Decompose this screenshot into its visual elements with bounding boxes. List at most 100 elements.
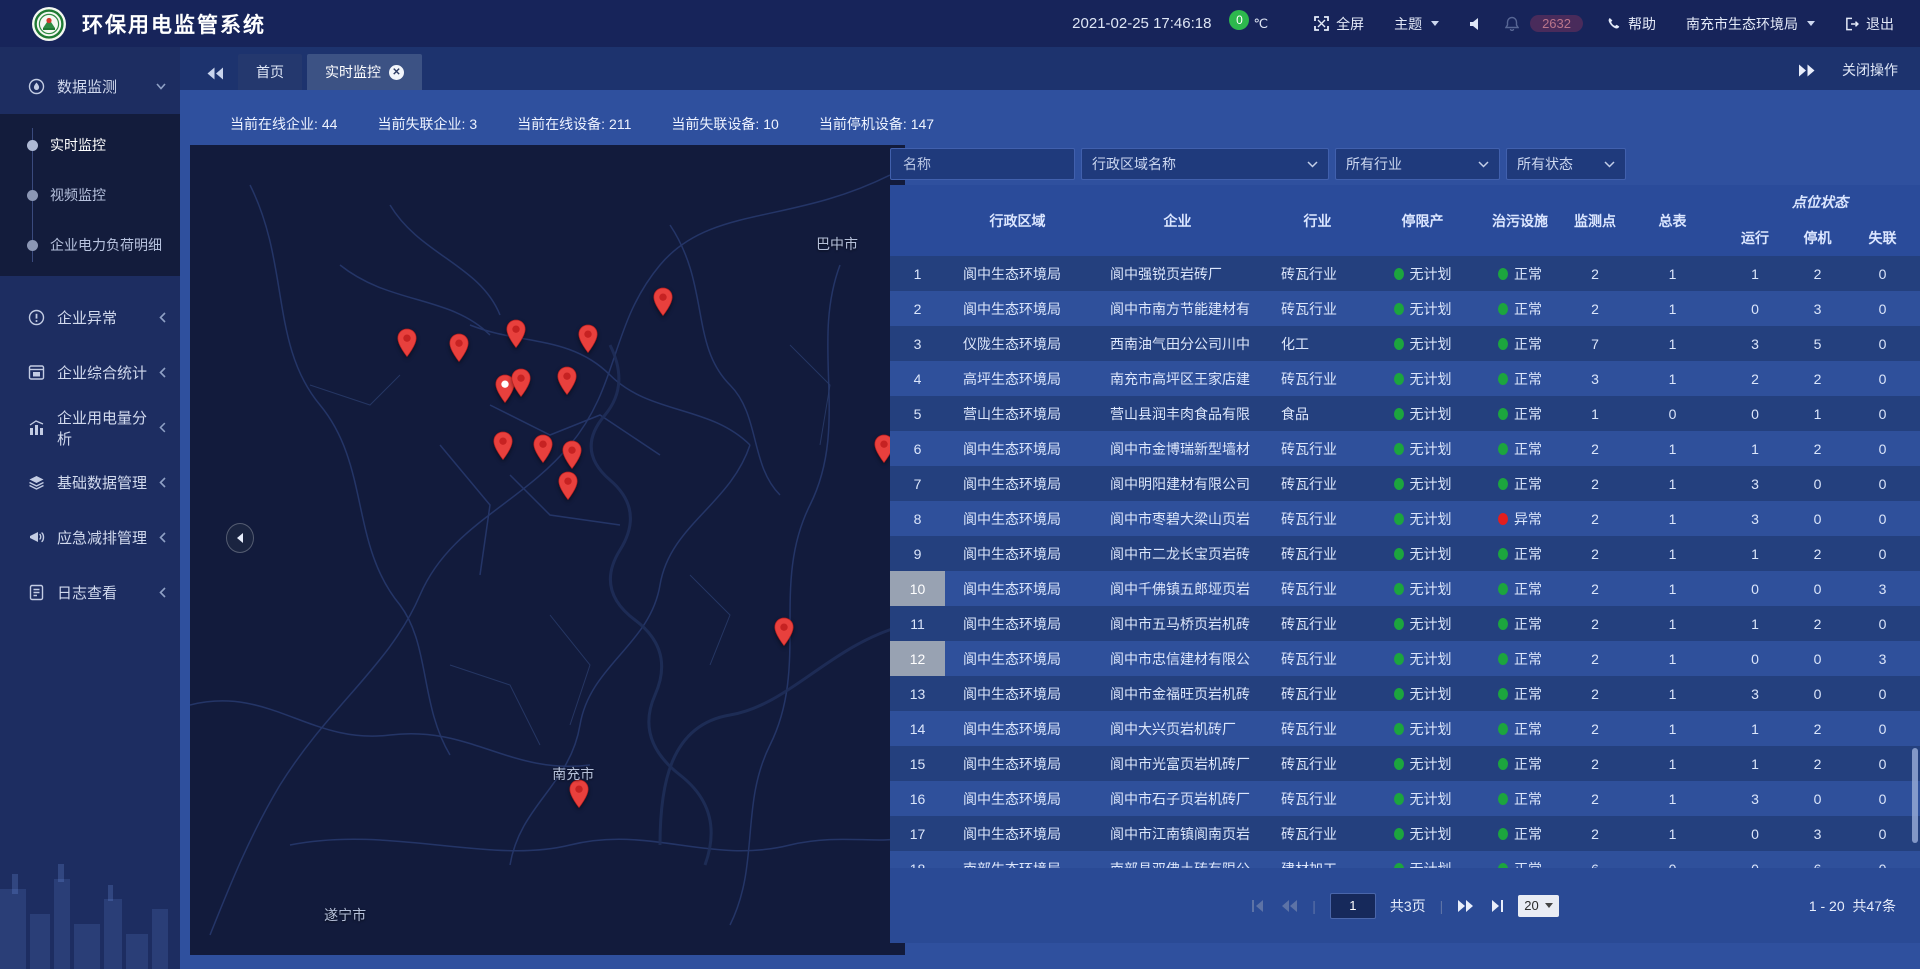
table-row[interactable]: 10 阆中生态环境局 阆中千佛镇五郎垭页岩 砖瓦行业 无计划 正常 2 1 0 … bbox=[890, 571, 1920, 606]
map-pin-icon[interactable] bbox=[511, 368, 532, 398]
alert-circle-icon bbox=[28, 309, 45, 326]
row-total-count: 1 bbox=[1625, 326, 1720, 361]
monitor-icon bbox=[28, 78, 45, 95]
org-menu[interactable]: 南充市生态环境局 bbox=[1686, 14, 1815, 34]
row-lost-count: 0 bbox=[1845, 256, 1920, 291]
table-row[interactable]: 17 阆中生态环境局 阆中市江南镇阆南页岩 砖瓦行业 无计划 正常 2 1 0 … bbox=[890, 816, 1920, 851]
table-row[interactable]: 1 阆中生态环境局 阆中强锐页岩砖厂 砖瓦行业 无计划 正常 2 1 1 2 0 bbox=[890, 256, 1920, 291]
map-pin-icon[interactable] bbox=[774, 617, 795, 647]
map-pin-icon[interactable] bbox=[506, 319, 527, 349]
status-filter-select[interactable]: 所有状态 bbox=[1506, 148, 1626, 180]
tabs-scroll-left-icon[interactable] bbox=[206, 67, 224, 80]
row-index: 17 bbox=[890, 816, 945, 851]
logout-button[interactable]: 退出 bbox=[1845, 14, 1894, 34]
table-row[interactable]: 5 营山生态环境局 营山县润丰肉食品有限 食品 无计划 正常 1 0 0 1 0 bbox=[890, 396, 1920, 431]
map-pin-icon[interactable] bbox=[556, 366, 577, 396]
row-stop-count: 2 bbox=[1790, 711, 1845, 746]
industry-filter-select[interactable]: 所有行业 bbox=[1335, 148, 1500, 180]
row-total-count: 1 bbox=[1625, 466, 1720, 501]
sidebar-item-enterprise-stats[interactable]: 企业综合统计 bbox=[0, 345, 180, 400]
status-dot-icon bbox=[1498, 443, 1508, 455]
map-collapse-button[interactable] bbox=[226, 523, 254, 553]
fullscreen-button[interactable]: 全屏 bbox=[1314, 14, 1364, 34]
total-pages-label: 共3页 bbox=[1390, 896, 1426, 916]
stat-online-companies: 当前在线企业:44 bbox=[230, 114, 337, 134]
sidebar-item-power-analysis[interactable]: 企业用电量分析 bbox=[0, 400, 180, 455]
row-index: 11 bbox=[890, 606, 945, 641]
next-page-button[interactable] bbox=[1457, 900, 1474, 912]
tab-close-icon[interactable]: ✕ bbox=[389, 65, 404, 80]
column-header-industry: 行业 bbox=[1265, 185, 1370, 256]
row-run-count: 3 bbox=[1720, 326, 1790, 361]
sidebar-item-realtime-monitor[interactable]: 实时监控 bbox=[0, 120, 180, 170]
page-size-select[interactable]: 20 bbox=[1518, 895, 1558, 917]
help-button[interactable]: 帮助 bbox=[1607, 14, 1656, 34]
table-row[interactable]: 4 高坪生态环境局 南充市高坪区王家店建 砖瓦行业 无计划 正常 3 1 2 2… bbox=[890, 361, 1920, 396]
table-row[interactable]: 8 阆中生态环境局 阆中市枣碧大梁山页岩 砖瓦行业 无计划 异常 2 1 3 0… bbox=[890, 501, 1920, 536]
name-filter-input-box[interactable] bbox=[890, 148, 1075, 180]
name-filter-input[interactable] bbox=[901, 155, 1064, 173]
row-production-status: 无计划 bbox=[1370, 431, 1475, 466]
row-index: 15 bbox=[890, 746, 945, 781]
tabs-scroll-right-icon[interactable] bbox=[1798, 64, 1816, 77]
map-pin-icon[interactable] bbox=[448, 333, 469, 363]
map-pin-icon[interactable] bbox=[558, 471, 579, 501]
column-header-stop: 停机 bbox=[1790, 219, 1845, 256]
sidebar-item-base-data[interactable]: 基础数据管理 bbox=[0, 455, 180, 510]
row-total-count: 1 bbox=[1625, 746, 1720, 781]
row-production-status: 无计划 bbox=[1370, 606, 1475, 641]
monitor-panel: 行政区域名称 所有行业 所有状态 行政区域 企业 行业 停限产 治污设施 bbox=[890, 148, 1920, 943]
page-number-input[interactable] bbox=[1330, 893, 1376, 919]
notifications[interactable]: 2632 bbox=[1505, 15, 1583, 32]
table-row[interactable]: 11 阆中生态环境局 阆中市五马桥页岩机砖 砖瓦行业 无计划 正常 2 1 1 … bbox=[890, 606, 1920, 641]
map-pin-icon[interactable] bbox=[533, 434, 554, 464]
region-filter-select[interactable]: 行政区域名称 bbox=[1081, 148, 1329, 180]
sidebar-item-video-monitor[interactable]: 视频监控 bbox=[0, 170, 180, 220]
row-company: 阆中市忠信建材有限公 bbox=[1090, 641, 1265, 676]
sidebar-item-log-view[interactable]: 日志查看 bbox=[0, 565, 180, 620]
prev-page-button[interactable] bbox=[1281, 900, 1298, 912]
sidebar-item-emergency-reduction[interactable]: 应急减排管理 bbox=[0, 510, 180, 565]
row-lost-count: 0 bbox=[1845, 361, 1920, 396]
map-pin-icon[interactable] bbox=[578, 324, 599, 354]
row-lost-count: 0 bbox=[1845, 466, 1920, 501]
table-row[interactable]: 7 阆中生态环境局 阆中明阳建材有限公司 砖瓦行业 无计划 正常 2 1 3 0… bbox=[890, 466, 1920, 501]
table-row[interactable]: 15 阆中生态环境局 阆中市光富页岩机砖厂 砖瓦行业 无计划 正常 2 1 1 … bbox=[890, 746, 1920, 781]
row-stop-count: 2 bbox=[1790, 606, 1845, 641]
row-monitor-count: 2 bbox=[1565, 291, 1625, 326]
table-scrollbar[interactable] bbox=[1912, 748, 1918, 843]
table-row[interactable]: 6 阆中生态环境局 阆中市金博瑞新型墙材 砖瓦行业 无计划 正常 2 1 1 2… bbox=[890, 431, 1920, 466]
sidebar-item-enterprise-anomaly[interactable]: 企业异常 bbox=[0, 290, 180, 345]
column-header-lost: 失联 bbox=[1845, 219, 1920, 256]
table-row[interactable]: 2 阆中生态环境局 阆中市南方节能建材有 砖瓦行业 无计划 正常 2 1 0 3… bbox=[890, 291, 1920, 326]
table-row[interactable]: 13 阆中生态环境局 阆中市金福旺页岩机砖 砖瓦行业 无计划 正常 2 1 3 … bbox=[890, 676, 1920, 711]
map[interactable]: 巴中市 南充市 遂宁市 bbox=[190, 145, 905, 955]
map-pin-icon[interactable] bbox=[561, 440, 582, 470]
sidebar-item-power-load-detail[interactable]: 企业电力负荷明细 bbox=[0, 220, 180, 270]
last-page-button[interactable] bbox=[1488, 900, 1504, 912]
first-page-button[interactable] bbox=[1251, 900, 1267, 912]
pagination-bar: | 共3页 | 20 1 - 20 共47条 bbox=[890, 868, 1920, 943]
table-row[interactable]: 12 阆中生态环境局 阆中市忠信建材有限公 砖瓦行业 无计划 正常 2 1 0 … bbox=[890, 641, 1920, 676]
row-production-status: 无计划 bbox=[1370, 291, 1475, 326]
map-pin-icon[interactable] bbox=[493, 431, 514, 461]
chevron-down-icon bbox=[1307, 161, 1318, 168]
table-row[interactable]: 14 阆中生态环境局 阆中大兴页岩机砖厂 砖瓦行业 无计划 正常 2 1 1 2… bbox=[890, 711, 1920, 746]
sidebar-item-data-monitor[interactable]: 数据监测 bbox=[0, 59, 180, 114]
status-dot-icon bbox=[1498, 303, 1508, 315]
tab-realtime-monitor[interactable]: 实时监控 ✕ bbox=[307, 54, 422, 90]
mute-button[interactable] bbox=[1469, 17, 1483, 31]
row-run-count: 0 bbox=[1720, 816, 1790, 851]
close-operations-button[interactable]: 关闭操作 bbox=[1842, 60, 1898, 80]
tab-home[interactable]: 首页 bbox=[238, 54, 302, 90]
row-region: 阆中生态环境局 bbox=[945, 816, 1090, 851]
theme-menu[interactable]: 主题 bbox=[1394, 14, 1439, 34]
map-pin-icon[interactable] bbox=[396, 328, 417, 358]
table-row[interactable]: 9 阆中生态环境局 阆中市二龙长宝页岩砖 砖瓦行业 无计划 正常 2 1 1 2… bbox=[890, 536, 1920, 571]
row-lost-count: 0 bbox=[1845, 711, 1920, 746]
table-row[interactable]: 16 阆中生态环境局 阆中市石子页岩机砖厂 砖瓦行业 无计划 正常 2 1 3 … bbox=[890, 781, 1920, 816]
row-index: 8 bbox=[890, 501, 945, 536]
map-pin-icon[interactable] bbox=[653, 287, 674, 317]
table-row[interactable]: 3 仪陇生态环境局 西南油气田分公司川中 化工 无计划 正常 7 1 3 5 0 bbox=[890, 326, 1920, 361]
table-row[interactable]: 18 南部生态环境局 南部县双佛土砖有限公 建材加工 无计划 正常 6 0 0 … bbox=[890, 851, 1920, 868]
